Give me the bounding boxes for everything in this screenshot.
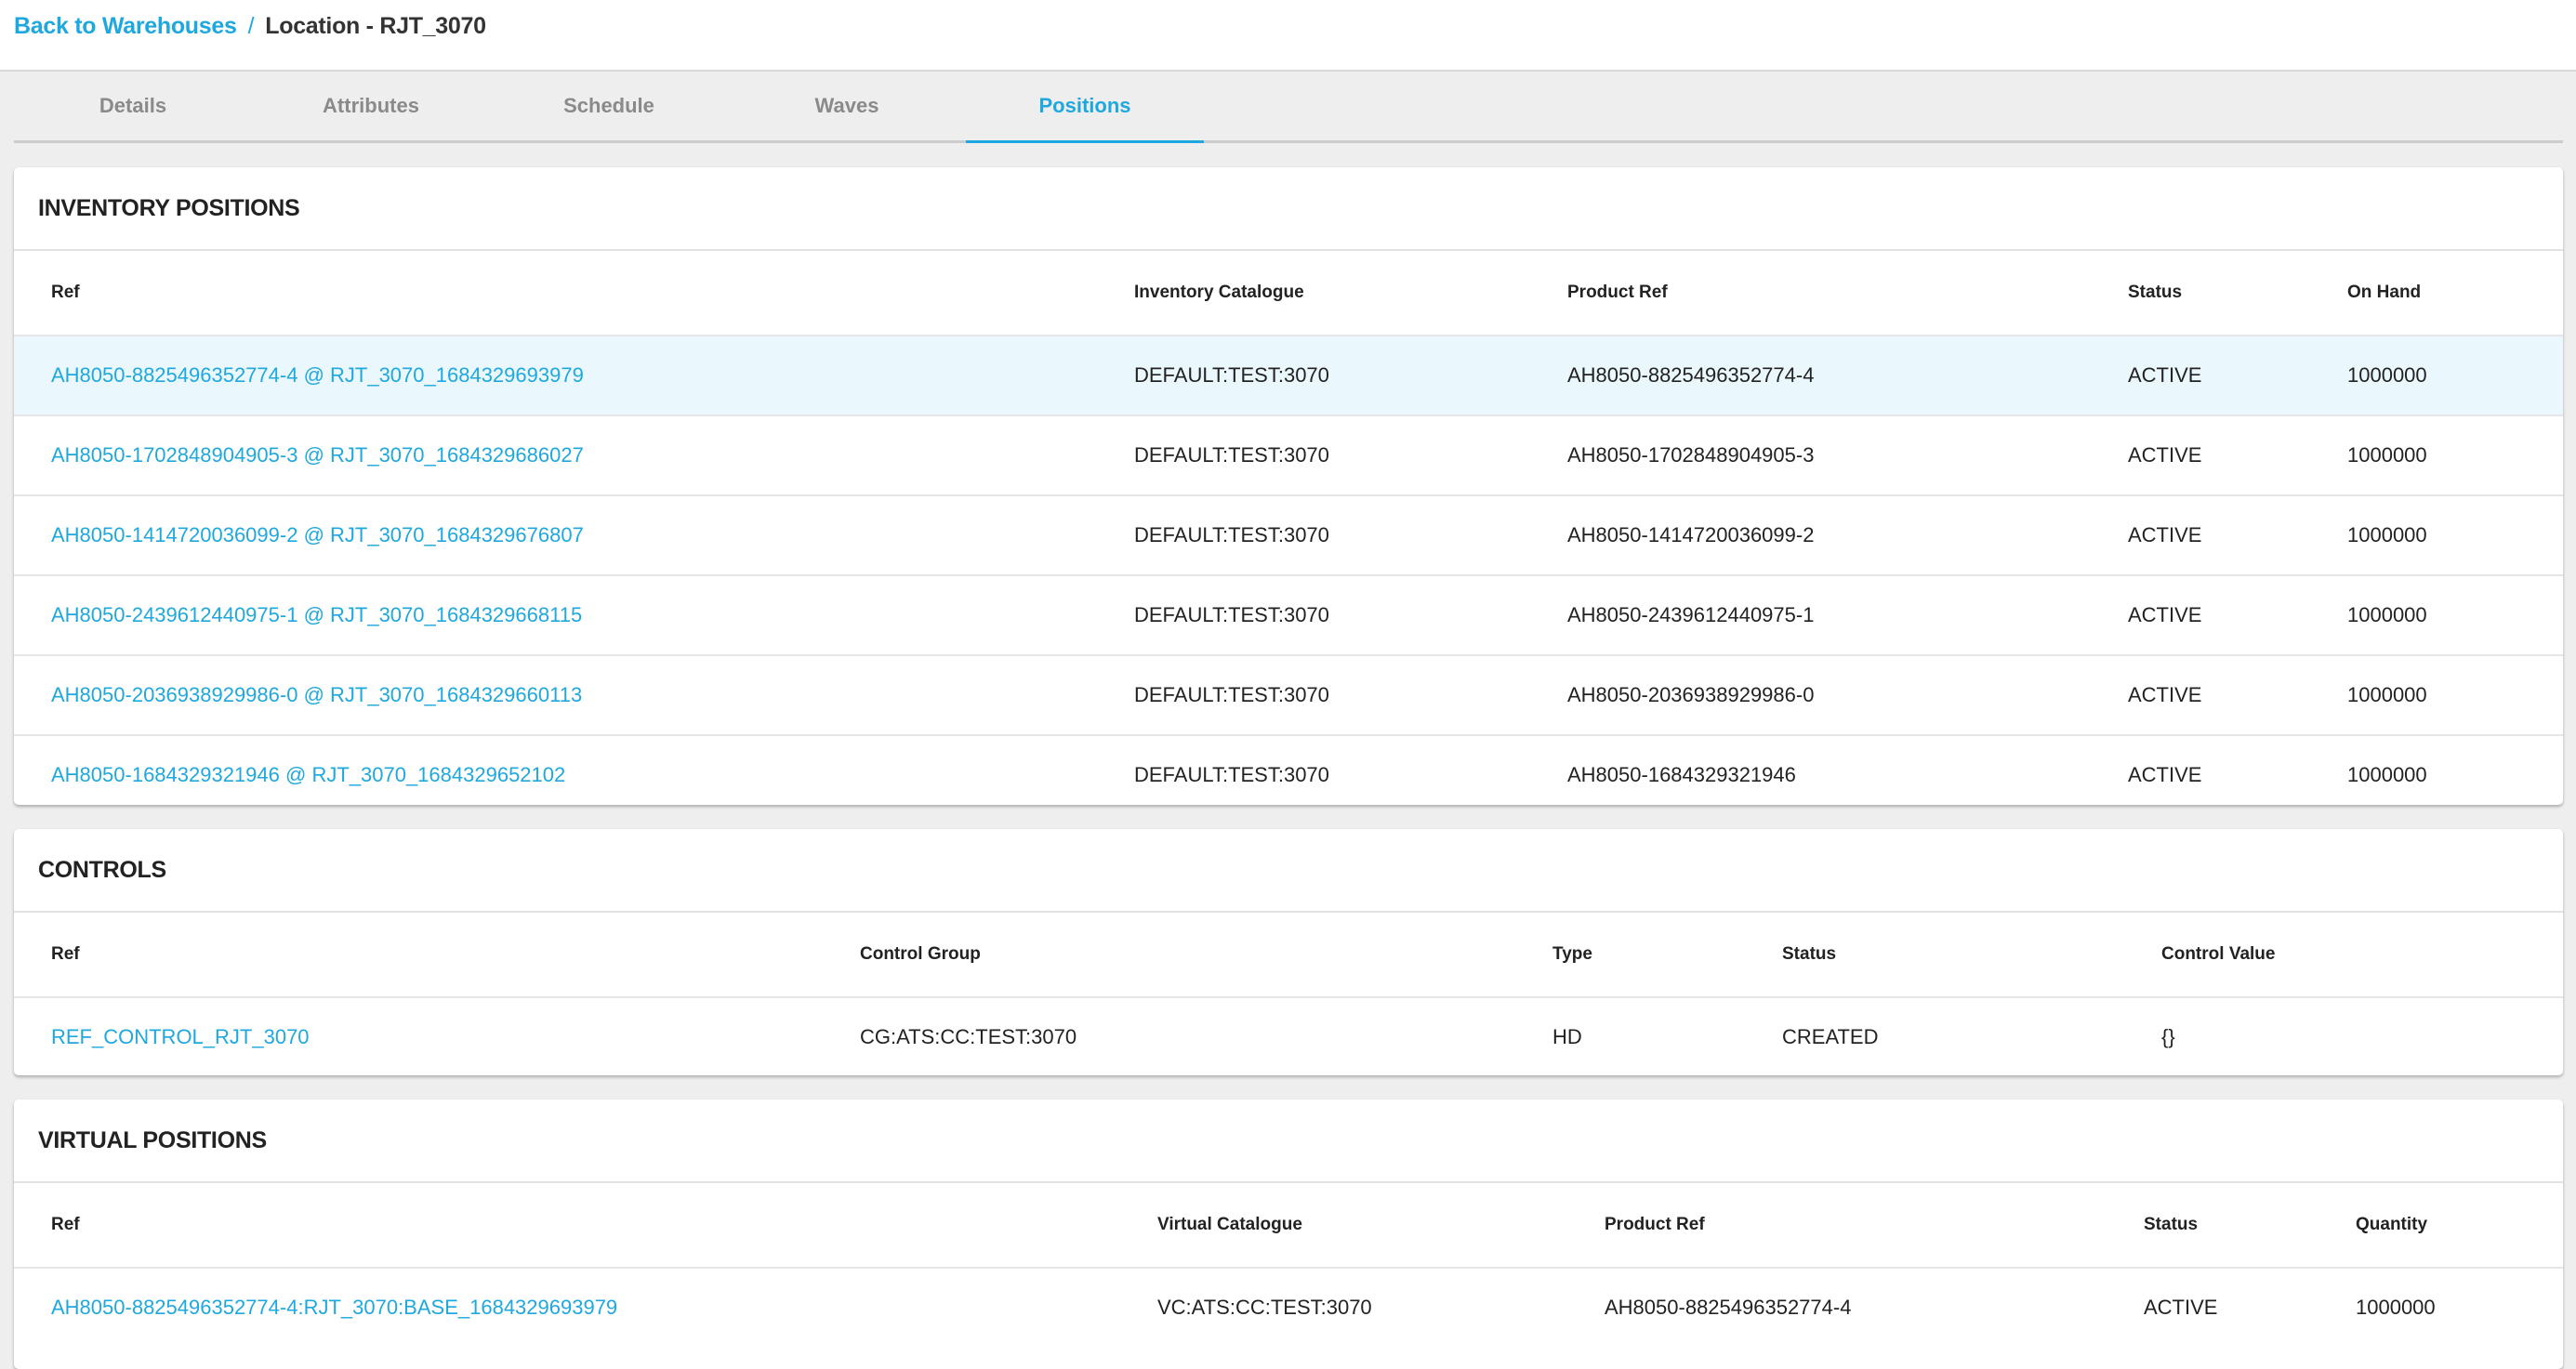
cell-quantity: 1000000: [2356, 1296, 2436, 1319]
cell-status: ACTIVE: [2128, 523, 2202, 546]
column-header-ref[interactable]: Ref: [51, 1183, 80, 1267]
column-header-quantity[interactable]: Quantity: [2356, 1183, 2427, 1267]
breadcrumb-current: Location - RJT_3070: [265, 13, 486, 39]
table-header: Ref Control Group Type Status Control Value: [14, 913, 2563, 998]
table-row[interactable]: AH8050-2036938929986-0 @ RJT_3070_168432…: [14, 656, 2563, 736]
cell-product-ref: AH8050-8825496352774-4: [1605, 1296, 1852, 1319]
cell-virtual-catalogue: VC:ATS:CC:TEST:3070: [1157, 1296, 1372, 1319]
cell-on-hand: 1000000: [2347, 363, 2427, 387]
cell-inventory-catalogue: DEFAULT:TEST:3070: [1134, 443, 1329, 467]
virtual-positions-table: Ref Virtual Catalogue Product Ref Status Qua…: [14, 1183, 2563, 1347]
cell-status: ACTIVE: [2128, 603, 2202, 626]
cell-inventory-catalogue: DEFAULT:TEST:3070: [1134, 603, 1329, 626]
cell-product-ref: AH8050-1414720036099-2: [1567, 523, 1815, 546]
table-row[interactable]: AH8050-2439612440975-1 @ RJT_3070_168432…: [14, 576, 2563, 656]
cell-on-hand: 1000000: [2347, 523, 2427, 546]
table-header: Ref Inventory Catalogue Product Ref Status O…: [14, 251, 2563, 336]
column-header-control-group[interactable]: Control Group: [860, 913, 981, 996]
cell-status: ACTIVE: [2144, 1296, 2218, 1319]
column-header-ref[interactable]: Ref: [51, 913, 80, 996]
column-header-control-value[interactable]: Control Value: [2161, 913, 2275, 996]
virtual-positions-card: VIRTUAL POSITIONS Ref Virtual Catalogue Pr…: [14, 1099, 2563, 1369]
inventory-positions-title: INVENTORY POSITIONS: [14, 167, 2563, 251]
cell-product-ref: AH8050-1702848904905-3: [1567, 443, 1815, 467]
tab-schedule[interactable]: Schedule: [490, 72, 728, 140]
cell-product-ref: AH8050-2439612440975-1: [1567, 603, 1815, 626]
column-header-status[interactable]: Status: [2144, 1183, 2198, 1267]
ref-link[interactable]: AH8050-8825496352774-4 @ RJT_3070_168432…: [51, 336, 584, 415]
ref-link[interactable]: REF_CONTROL_RJT_3070: [51, 998, 310, 1075]
column-header-ref[interactable]: Ref: [51, 251, 80, 335]
cell-status: ACTIVE: [2128, 363, 2202, 387]
cell-inventory-catalogue: DEFAULT:TEST:3070: [1134, 683, 1329, 706]
inventory-positions-table: Ref Inventory Catalogue Product Ref Status O…: [14, 251, 2563, 805]
virtual-positions-title: VIRTUAL POSITIONS: [14, 1099, 2563, 1183]
cell-on-hand: 1000000: [2347, 683, 2427, 706]
top-bar: Back to Warehouses / Location - RJT_3070: [0, 0, 2576, 72]
table-header: Ref Virtual Catalogue Product Ref Status Qua…: [14, 1183, 2563, 1269]
cell-inventory-catalogue: DEFAULT:TEST:3070: [1134, 523, 1329, 546]
table-row[interactable]: REF_CONTROL_RJT_3070 CG:ATS:CC:TEST:3070 H…: [14, 998, 2563, 1075]
controls-card: CONTROLS Ref Control Group Type Status Contr…: [14, 829, 2563, 1075]
column-header-inventory-catalogue[interactable]: Inventory Catalogue: [1134, 251, 1304, 335]
cell-on-hand: 1000000: [2347, 603, 2427, 626]
tab-details[interactable]: Details: [14, 72, 252, 140]
controls-title: CONTROLS: [14, 829, 2563, 913]
column-header-virtual-catalogue[interactable]: Virtual Catalogue: [1157, 1183, 1302, 1267]
cell-product-ref: AH8050-8825496352774-4: [1567, 363, 1815, 387]
table-row[interactable]: AH8050-1414720036099-2 @ RJT_3070_168432…: [14, 496, 2563, 576]
table-row[interactable]: AH8050-1702848904905-3 @ RJT_3070_168432…: [14, 416, 2563, 496]
table-row[interactable]: AH8050-8825496352774-4 @ RJT_3070_168432…: [14, 336, 2563, 416]
cell-status: CREATED: [1782, 1025, 1879, 1048]
tab-waves[interactable]: Waves: [728, 72, 966, 140]
column-header-on-hand[interactable]: On Hand: [2347, 251, 2421, 335]
ref-link[interactable]: AH8050-1684329321946 @ RJT_3070_16843296…: [51, 736, 565, 805]
cell-inventory-catalogue: DEFAULT:TEST:3070: [1134, 363, 1329, 387]
tab-bar: Details Attributes Schedule Waves Positi…: [14, 72, 2563, 143]
column-header-status[interactable]: Status: [2128, 251, 2182, 335]
ref-link[interactable]: AH8050-2036938929986-0 @ RJT_3070_168432…: [51, 656, 582, 734]
breadcrumb-separator: /: [247, 13, 255, 39]
table-row[interactable]: AH8050-1684329321946 @ RJT_3070_16843296…: [14, 736, 2563, 805]
cell-control-group: CG:ATS:CC:TEST:3070: [860, 1025, 1077, 1048]
ref-link[interactable]: AH8050-1702848904905-3 @ RJT_3070_168432…: [51, 416, 584, 494]
inventory-positions-card: INVENTORY POSITIONS Ref Inventory Catalog…: [14, 167, 2563, 805]
column-header-product-ref[interactable]: Product Ref: [1567, 251, 1668, 335]
ref-link[interactable]: AH8050-1414720036099-2 @ RJT_3070_168432…: [51, 496, 584, 574]
ref-link[interactable]: AH8050-8825496352774-4:RJT_3070:BASE_168…: [51, 1269, 617, 1347]
column-header-status[interactable]: Status: [1782, 913, 1836, 996]
cell-type: HD: [1552, 1025, 1582, 1048]
cell-status: ACTIVE: [2128, 443, 2202, 467]
cell-control-value: {}: [2161, 1025, 2175, 1048]
controls-table: Ref Control Group Type Status Control Value R…: [14, 913, 2563, 1075]
cell-on-hand: 1000000: [2347, 443, 2427, 467]
tab-positions[interactable]: Positions: [966, 72, 1204, 143]
cell-product-ref: AH8050-1684329321946: [1567, 763, 1796, 786]
column-header-type[interactable]: Type: [1552, 913, 1592, 996]
column-header-product-ref[interactable]: Product Ref: [1605, 1183, 1705, 1267]
tab-attributes[interactable]: Attributes: [252, 72, 490, 140]
cell-product-ref: AH8050-2036938929986-0: [1567, 683, 1815, 706]
cell-status: ACTIVE: [2128, 683, 2202, 706]
cell-on-hand: 1000000: [2347, 763, 2427, 786]
cell-inventory-catalogue: DEFAULT:TEST:3070: [1134, 763, 1329, 786]
cell-status: ACTIVE: [2128, 763, 2202, 786]
ref-link[interactable]: AH8050-2439612440975-1 @ RJT_3070_168432…: [51, 576, 582, 654]
table-row[interactable]: AH8050-8825496352774-4:RJT_3070:BASE_168…: [14, 1269, 2563, 1347]
back-to-warehouses-link[interactable]: Back to Warehouses: [14, 13, 237, 39]
breadcrumb: Back to Warehouses / Location - RJT_3070: [14, 13, 486, 40]
